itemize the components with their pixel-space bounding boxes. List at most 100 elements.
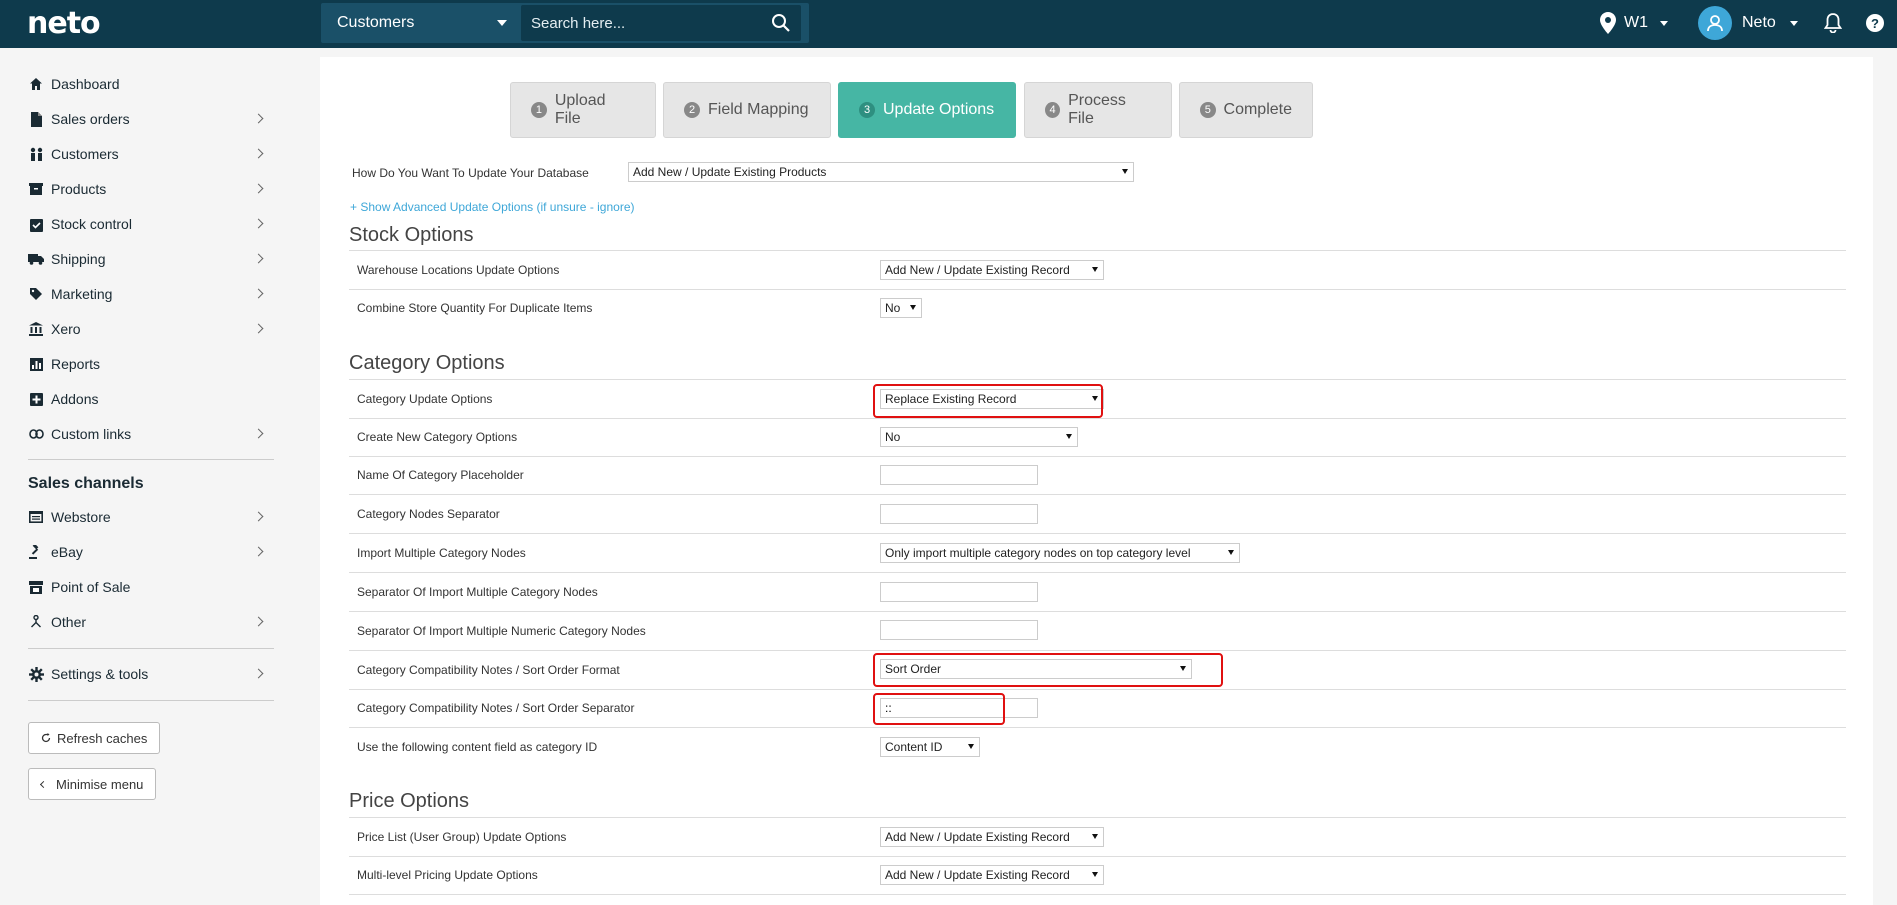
sidebar-item-label: Settings & tools [51,666,149,682]
content-field-select[interactable]: Content ID [880,737,980,757]
clipboard-check-icon [28,216,44,232]
refresh-caches-button[interactable]: Refresh caches [28,722,161,754]
select-value: Sort Order [885,662,942,676]
chevron-down-icon [1789,20,1798,26]
divider [349,727,1846,728]
divider [349,289,1846,290]
divider [349,456,1846,457]
home-icon [28,76,44,92]
category-update-select[interactable]: Replace Existing Record [880,389,1104,409]
step-update-options[interactable]: 3 Update Options [838,82,1016,138]
step-label: Update Options [883,101,995,118]
window-icon [28,509,44,525]
sidebar-item-webstore[interactable]: Webstore [28,503,274,531]
step-number: 1 [531,102,547,118]
sidebar-item-marketing[interactable]: Marketing [28,280,274,308]
sidebar-item-settings[interactable]: Settings & tools [28,660,274,688]
divider [349,650,1846,651]
search-icon[interactable] [771,13,791,33]
numeric-nodes-separator-field[interactable] [880,620,1038,640]
caret-down-icon [1092,267,1098,272]
divider [349,379,1846,380]
sales-channels-heading: Sales channels [28,475,144,492]
sidebar-item-xero[interactable]: Xero [28,315,274,343]
bar-chart-icon [28,356,44,372]
search-module-select[interactable]: Customers [321,3,521,43]
option-label: Import Multiple Category Nodes [357,546,526,560]
sidebar-item-shipping[interactable]: Shipping [28,245,274,273]
step-process-file[interactable]: 4 Process File [1024,82,1172,138]
sidebar-item-ebay[interactable]: eBay [28,538,274,566]
sidebar-item-other[interactable]: Other [28,608,274,636]
user-menu[interactable]: Neto [1698,6,1798,40]
sort-order-format-select[interactable]: Sort Order [880,659,1192,679]
sidebar-item-point-of-sale[interactable]: Point of Sale [28,573,274,601]
option-label: Category Compatibility Notes / Sort Orde… [357,663,620,677]
sidebar-item-label: Xero [51,321,81,337]
minimise-menu-button[interactable]: Minimise menu [28,768,157,800]
sidebar-item-products[interactable]: Products [28,175,274,203]
help-icon[interactable]: ? [1866,14,1884,32]
user-name: Neto [1742,14,1776,31]
sidebar-item-label: Stock control [51,216,132,232]
sidebar-item-label: Custom links [51,426,132,442]
multiple-nodes-separator-field[interactable] [880,582,1038,602]
warehouse-update-select[interactable]: Add New / Update Existing Record [880,260,1104,280]
chevron-left-icon [39,780,48,788]
update-db-select[interactable]: Add New / Update Existing Products [628,162,1134,182]
advanced-options-link[interactable]: + Show Advanced Update Options (if unsur… [350,200,635,214]
bank-icon [28,321,44,337]
chevron-right-icon [253,546,264,557]
sidebar-item-reports[interactable]: Reports [28,350,274,378]
minimise-menu-label: Minimise menu [56,776,144,792]
category-placeholder-field[interactable] [880,465,1038,485]
divider [349,894,1846,895]
multi-level-pricing-select[interactable]: Add New / Update Existing Record [880,865,1104,885]
caret-down-icon [968,744,974,749]
option-label: Category Nodes Separator [357,507,500,521]
refresh-icon [41,733,51,743]
sidebar-item-label: Marketing [51,286,113,302]
import-multiple-nodes-select[interactable]: Only import multiple category nodes on t… [880,543,1240,563]
sidebar-item-sales-orders[interactable]: Sales orders [28,105,274,133]
sidebar-item-label: Point of Sale [51,579,131,595]
box-icon [28,181,44,197]
neto-logo[interactable]: neto [27,6,101,41]
sidebar-item-custom-links[interactable]: Custom links [28,420,274,448]
price-list-update-select[interactable]: Add New / Update Existing Record [880,827,1104,847]
sidebar-item-customers[interactable]: Customers [28,140,274,168]
sidebar-item-addons[interactable]: Addons [28,385,274,413]
combine-qty-select[interactable]: No [880,298,922,318]
sidebar: Dashboard Sales orders Customers Product… [0,48,290,905]
step-field-mapping[interactable]: 2 Field Mapping [663,82,831,138]
option-label: Name Of Category Placeholder [357,468,524,482]
category-nodes-separator-field[interactable] [880,504,1038,524]
divider [349,817,1846,818]
divider [349,572,1846,573]
avatar [1698,6,1732,40]
select-value: Content ID [885,740,943,754]
select-value: No [885,430,901,444]
step-label: Process File [1068,92,1126,127]
sidebar-item-dashboard[interactable]: Dashboard [28,70,274,98]
user-icon [1707,15,1723,32]
divider [349,689,1846,690]
price-options-title: Price Options [349,790,470,812]
step-complete[interactable]: 5 Complete [1179,82,1313,138]
bell-icon[interactable] [1824,13,1842,33]
option-label: Create New Category Options [357,430,518,444]
divider [349,533,1846,534]
sidebar-item-stock-control[interactable]: Stock control [28,210,274,238]
divider [349,611,1846,612]
map-pin-icon [1600,12,1616,34]
location-selector[interactable]: W1 [1600,12,1668,34]
sidebar-item-label: Customers [51,146,119,162]
create-category-select[interactable]: No [880,427,1078,447]
step-upload-file[interactable]: 1 Upload File [510,82,656,138]
search-input[interactable] [521,5,801,41]
divider [349,494,1846,495]
select-value: Only import multiple category nodes on t… [885,546,1191,560]
option-label: Multi-level Pricing Update Options [357,868,538,882]
sort-order-separator-field[interactable] [880,698,1038,718]
select-value: No [885,301,901,315]
